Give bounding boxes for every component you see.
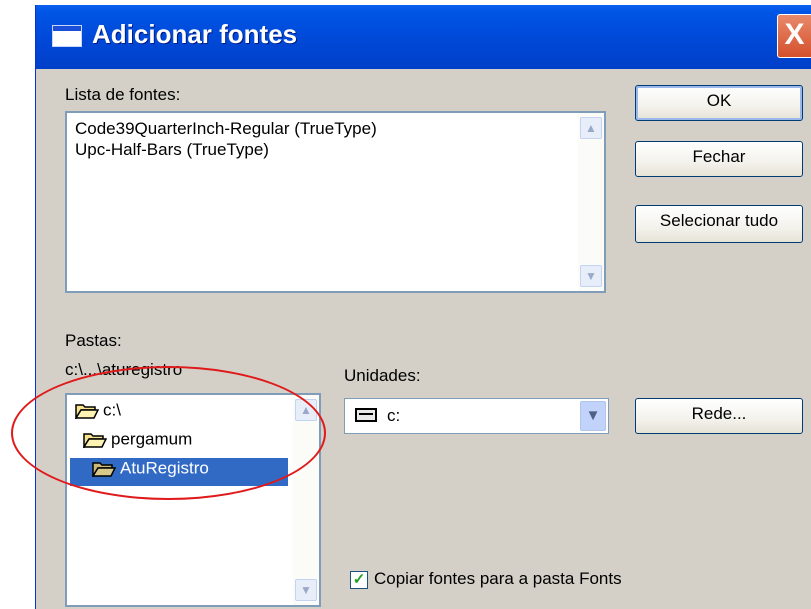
folders-label: Pastas:: [65, 331, 122, 350]
dialog-window: Adicionar fontes X Lista de fontes: Code…: [35, 5, 811, 609]
font-list-scrollbar[interactable]: ▲ ▼: [578, 113, 604, 291]
close-icon[interactable]: X: [777, 14, 811, 58]
drives-select[interactable]: c: ▼: [344, 398, 609, 434]
chevron-down-icon[interactable]: ▼: [580, 401, 606, 431]
title-bar[interactable]: Adicionar fontes X: [36, 5, 811, 69]
scroll-down-icon[interactable]: ▼: [295, 579, 317, 601]
drives-label: Unidades:: [344, 366, 421, 385]
font-list-item[interactable]: Upc-Half-Bars (TrueType): [75, 140, 269, 160]
select-all-button[interactable]: Selecionar tudo: [635, 205, 803, 243]
font-list-item[interactable]: Code39QuarterInch-Regular (TrueType): [75, 119, 377, 139]
copy-fonts-label[interactable]: Copiar fontes para a pasta Fonts: [374, 569, 622, 589]
copy-fonts-checkbox[interactable]: ✓: [350, 571, 368, 589]
ok-button[interactable]: OK: [635, 85, 803, 121]
scroll-down-icon[interactable]: ▼: [580, 265, 602, 287]
checkmark-icon: ✓: [352, 571, 366, 588]
font-list-label: Lista de fontes:: [65, 85, 181, 104]
drive-icon: [355, 408, 377, 422]
close-button[interactable]: Fechar: [635, 141, 803, 177]
drives-selected: c:: [387, 406, 401, 425]
window-icon: [52, 25, 82, 47]
network-button[interactable]: Rede...: [635, 398, 803, 434]
scroll-up-icon[interactable]: ▲: [580, 117, 602, 139]
window-title: Adicionar fontes: [92, 19, 298, 49]
font-list[interactable]: Code39QuarterInch-Regular (TrueType) Upc…: [65, 111, 606, 293]
annotation-ellipse: [11, 366, 326, 500]
